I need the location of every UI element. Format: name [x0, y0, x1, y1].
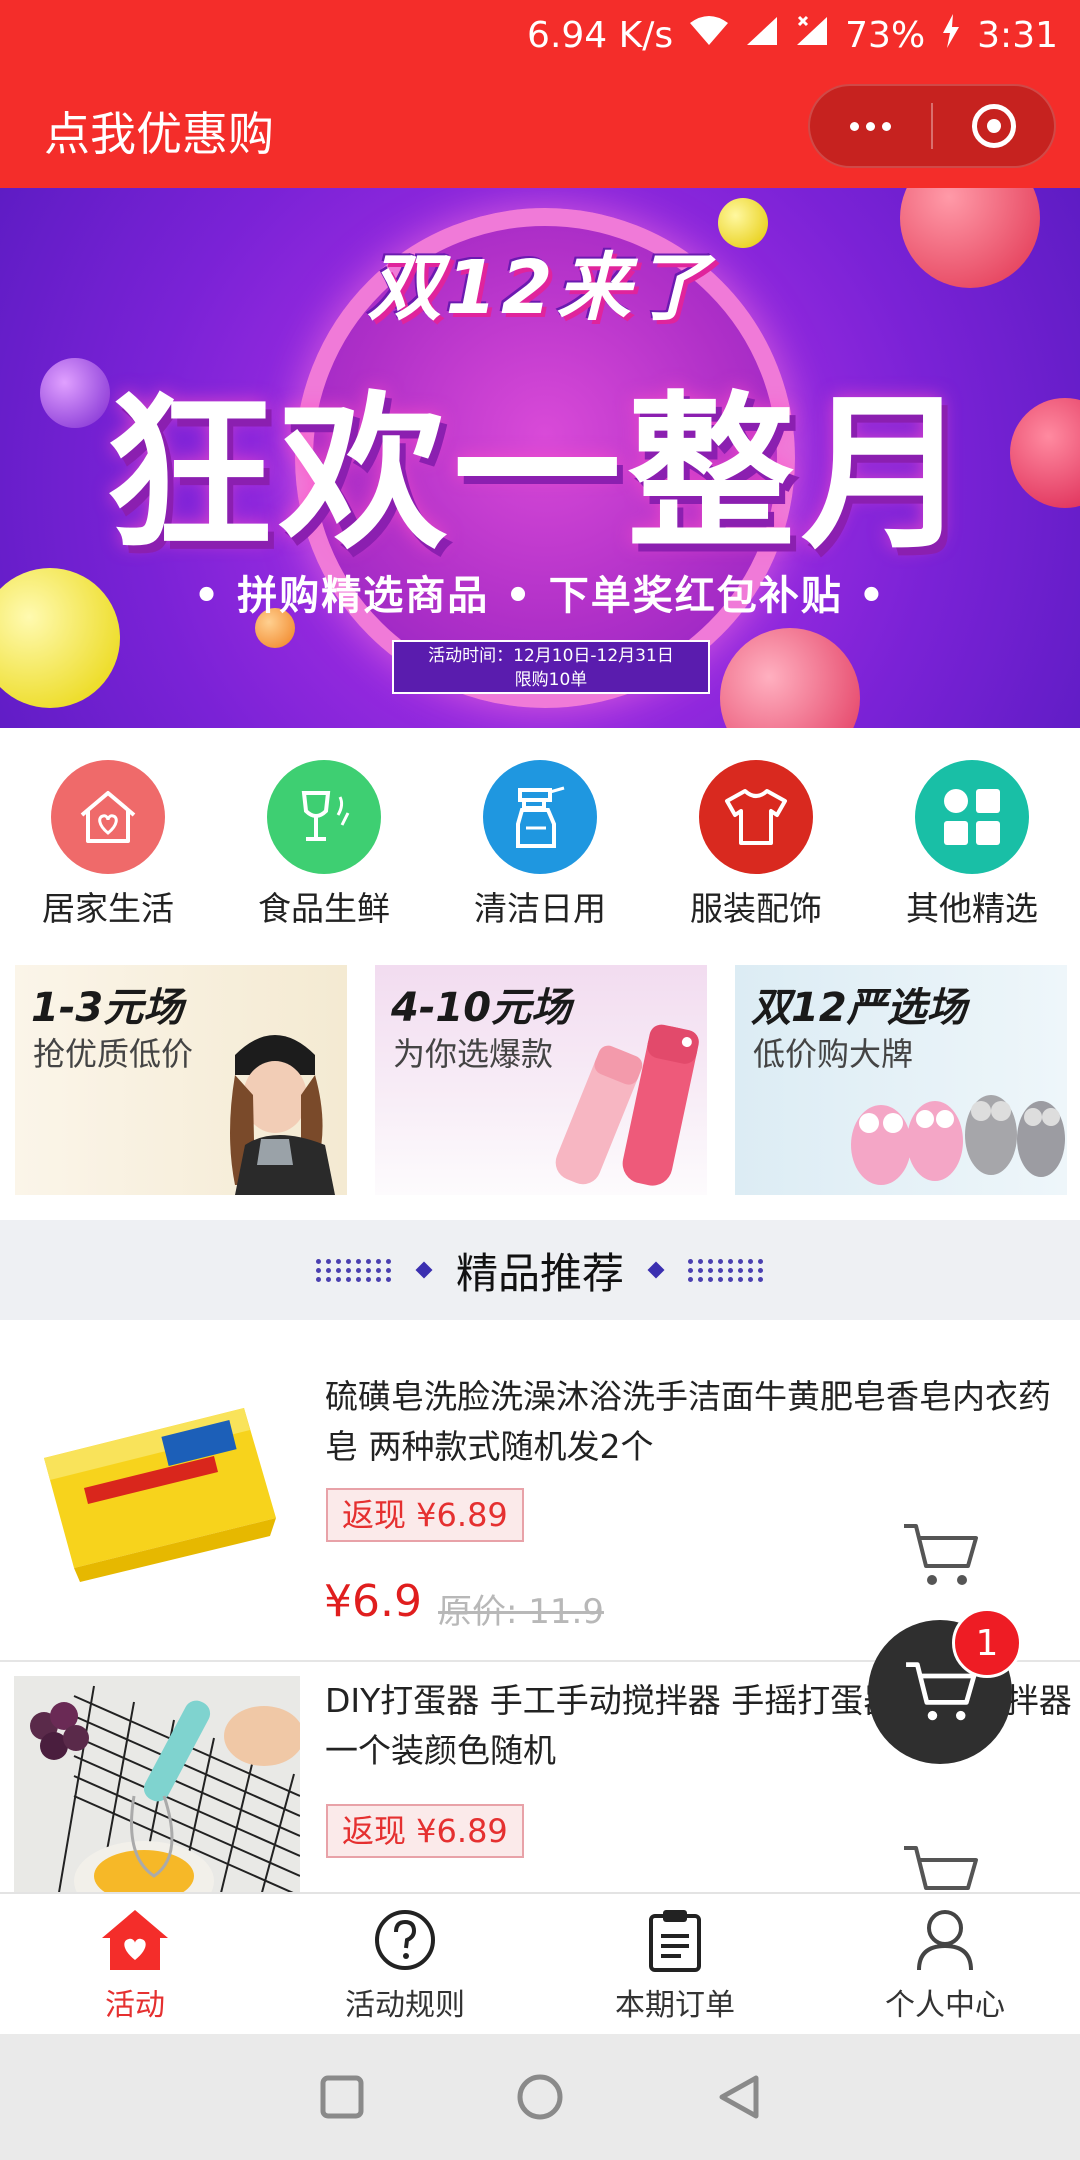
banner-activity-box: 活动时间：12月10日-12月31日 限购10单	[392, 640, 710, 694]
cashback-tag: 返现 ¥6.89	[326, 1804, 524, 1858]
banner-limit: 限购10单	[514, 670, 588, 690]
tab-orders[interactable]: 本期订单	[540, 1894, 810, 2034]
tab-label: 本期订单	[615, 1988, 735, 2023]
home-icon	[51, 760, 165, 874]
product-image	[14, 1676, 300, 1892]
question-icon	[375, 1910, 435, 1970]
cashback-tag: 返现 ¥6.89	[326, 1488, 524, 1542]
charging-icon	[941, 13, 961, 57]
thermos-photo	[555, 1024, 699, 1186]
promo-tiles: 1-3元场 抢优质低价 4-10元场 为你选爆款 双12严选场 低价购大牌	[15, 965, 1067, 1195]
product-card[interactable]: 硫磺皂洗脸洗澡沐浴洗手洁面牛黄肥皂香皂内衣药皂 两种款式随机发2个 返现 ¥6.…	[0, 1320, 1080, 1660]
wifi-icon	[689, 15, 729, 56]
slippers-photo	[851, 1095, 1065, 1185]
cart-icon	[904, 1524, 978, 1585]
tile-subtitle: 抢优质低价	[33, 1035, 194, 1073]
spray-bottle-icon	[483, 760, 597, 874]
tab-label: 活动	[105, 1988, 165, 2023]
promo-tile-1-3[interactable]: 1-3元场 抢优质低价	[15, 965, 347, 1195]
system-nav-bar	[0, 2034, 1080, 2160]
more-button[interactable]	[810, 86, 931, 166]
more-dots-icon	[850, 121, 891, 131]
cart-icon	[904, 1846, 978, 1890]
banner-subtitle: • 拼购精选商品 • 下单奖红包补贴 •	[193, 573, 887, 619]
banner-time: 活动时间：12月10日-12月31日	[428, 646, 674, 666]
close-miniprogram-button[interactable]	[933, 86, 1054, 166]
dots-decoration	[688, 1258, 764, 1282]
tile-title: 双12严选场	[751, 985, 967, 1031]
grid-icon	[915, 760, 1029, 874]
category-label: 食品生鲜	[258, 889, 390, 928]
add-to-cart-button[interactable]	[900, 1520, 980, 1590]
miniprogram-capsule	[808, 84, 1056, 168]
tab-rules[interactable]: 活动规则	[270, 1894, 540, 2034]
cart-count-badge: 1	[952, 1608, 1022, 1678]
category-home-living[interactable]: 居家生活	[0, 740, 216, 940]
tile-subtitle: 为你选爆款	[393, 1035, 554, 1073]
product-price: ¥6.9	[324, 1576, 422, 1627]
category-label: 居家生活	[42, 889, 174, 928]
tshirt-icon	[699, 760, 813, 874]
target-icon	[971, 104, 1016, 148]
signal-icon	[745, 15, 779, 56]
bottom-tab-bar: 活动 活动规则 本期订单 个人中心	[0, 1892, 1080, 2034]
clock: 3:31	[977, 14, 1058, 56]
banner-main-title: 狂欢一整月	[105, 376, 975, 572]
category-cleaning[interactable]: 清洁日用	[432, 740, 648, 940]
tab-profile[interactable]: 个人中心	[810, 1894, 1080, 2034]
category-food[interactable]: 食品生鲜	[216, 740, 432, 940]
tab-activity[interactable]: 活动	[0, 1894, 270, 2034]
user-icon	[917, 1910, 973, 1971]
promo-tile-double12[interactable]: 双12严选场 低价购大牌	[735, 965, 1067, 1195]
model-photo	[230, 1035, 335, 1195]
diamond-icon	[415, 1261, 433, 1279]
home-heart-icon	[102, 1910, 168, 1970]
tab-label: 个人中心	[885, 1988, 1005, 2023]
clipboard-icon	[649, 1910, 701, 1972]
product-name: 硫磺皂洗脸洗澡沐浴洗手洁面牛黄肥皂香皂内衣药皂 两种款式随机发2个	[325, 1377, 1051, 1466]
promo-tile-4-10[interactable]: 4-10元场 为你选爆款	[375, 965, 707, 1195]
dots-decoration	[315, 1258, 392, 1282]
section-header: 精品推荐	[0, 1220, 1080, 1320]
original-price: 原价: 11.9	[438, 1592, 604, 1632]
decor-ball	[720, 628, 860, 728]
category-others[interactable]: 其他精选	[864, 740, 1080, 940]
title-bar: 6.94 K/s 73% 3:31 点我优惠购	[0, 0, 1080, 188]
banner-small-title: 双12来了	[367, 245, 713, 331]
back-button[interactable]	[716, 2074, 760, 2120]
section-title: 精品推荐	[455, 1248, 624, 1298]
tab-label: 活动规则	[345, 1988, 465, 2023]
signal-no-sim-icon	[795, 15, 829, 56]
product-image	[14, 1368, 300, 1614]
network-speed: 6.94 K/s	[527, 14, 674, 56]
category-row: 居家生活 食品生鲜 清洁日用 服装配饰 其他精选	[0, 740, 1080, 940]
promo-banner[interactable]: 双12来了 狂欢一整月 • 拼购精选商品 • 下单奖红包补贴 • 活动时间：12…	[0, 188, 1080, 728]
tile-title: 1-3元场	[31, 985, 184, 1031]
add-to-cart-button[interactable]	[900, 1842, 980, 1892]
category-label: 其他精选	[906, 889, 1038, 928]
home-button[interactable]	[516, 2073, 564, 2121]
diamond-icon	[647, 1261, 665, 1279]
battery-level: 73%	[845, 14, 926, 56]
status-bar: 6.94 K/s 73% 3:31	[527, 10, 1058, 60]
category-label: 服装配饰	[690, 889, 822, 928]
recents-button[interactable]	[320, 2075, 364, 2119]
page-title: 点我优惠购	[44, 107, 274, 161]
category-label: 清洁日用	[474, 889, 606, 928]
category-apparel[interactable]: 服装配饰	[648, 740, 864, 940]
wine-icon	[267, 760, 381, 874]
